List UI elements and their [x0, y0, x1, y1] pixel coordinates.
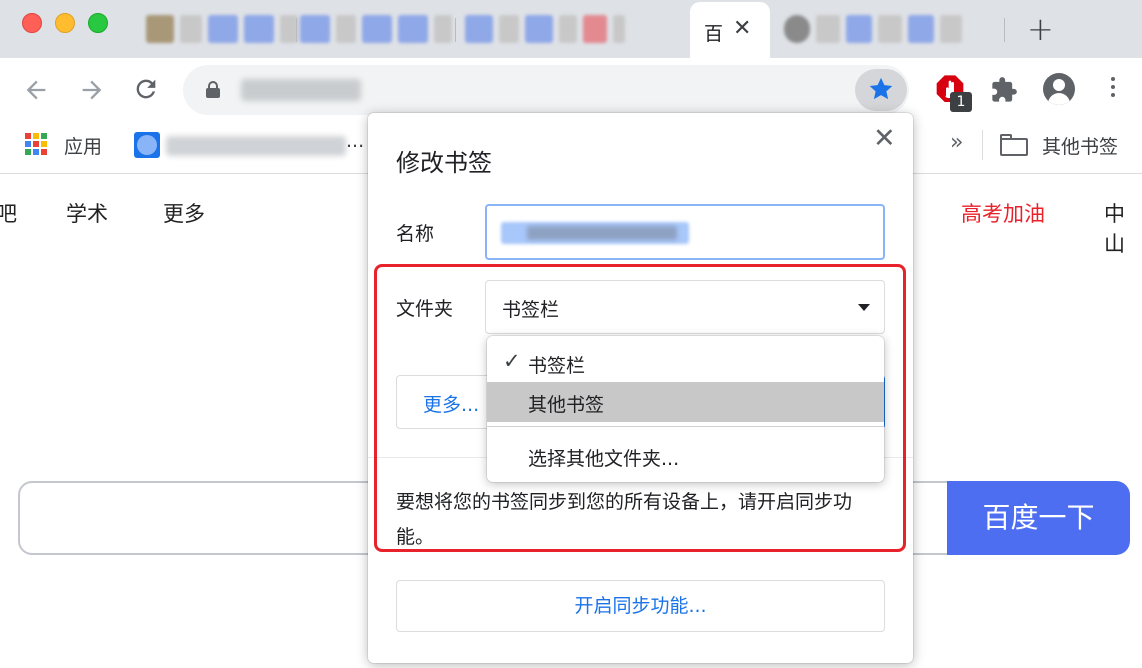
- tab-strip: 百 ✕ +: [0, 0, 1142, 58]
- tab-blurred-4[interactable]: [784, 14, 962, 44]
- nav-link-zhongshan[interactable]: 中山: [1104, 198, 1142, 258]
- tab-blurred-2[interactable]: [300, 14, 452, 44]
- nav-link-xueshu[interactable]: 学术: [66, 198, 108, 228]
- tab-separator: [455, 18, 456, 42]
- tab-blurred-3[interactable]: [465, 14, 625, 44]
- maximize-window-button[interactable]: [88, 13, 108, 33]
- address-bar[interactable]: [183, 65, 909, 115]
- nav-link-gaokao[interactable]: 高考加油: [961, 198, 1045, 228]
- bookmark-favicon[interactable]: [134, 132, 160, 158]
- folder-icon[interactable]: [1000, 134, 1028, 156]
- baidu-search-button[interactable]: 百度一下: [947, 481, 1130, 555]
- name-label: 名称: [396, 223, 435, 245]
- bookmark-star-button[interactable]: [855, 69, 907, 111]
- bookmarks-separator: [982, 130, 983, 160]
- active-tab-title: 百: [704, 23, 724, 45]
- bookmark-name-field[interactable]: [485, 204, 885, 260]
- puzzle-icon[interactable]: [990, 76, 1018, 104]
- extension-badge: 1: [950, 92, 972, 112]
- bookmarks-overflow-chevron[interactable]: »: [950, 130, 963, 155]
- annotation-highlight-box: [374, 264, 906, 552]
- star-icon: [869, 77, 893, 100]
- active-tab[interactable]: 百 ✕: [690, 2, 770, 58]
- apps-shortcut[interactable]: 应用: [64, 132, 102, 159]
- back-arrow-icon[interactable]: [22, 76, 50, 104]
- tab-separator: [1004, 18, 1005, 42]
- turn-on-sync-button[interactable]: 开启同步功能...: [396, 580, 885, 632]
- new-tab-button[interactable]: +: [1027, 10, 1054, 48]
- menu-kebab-icon[interactable]: [1111, 77, 1115, 101]
- minimize-window-button[interactable]: [55, 13, 75, 33]
- tab-separator: [296, 18, 297, 42]
- profile-avatar-icon[interactable]: [1043, 73, 1075, 105]
- other-bookmarks-folder[interactable]: 其他书签: [1042, 132, 1118, 159]
- nav-link-tieba[interactable]: 吧: [0, 198, 17, 228]
- lock-icon[interactable]: [206, 81, 220, 98]
- reload-icon[interactable]: [132, 75, 160, 103]
- url-text-redacted: [241, 79, 361, 101]
- apps-grid-icon[interactable]: [25, 133, 47, 155]
- bookmark-truncation: ...: [346, 130, 365, 152]
- bookmark-title-redacted[interactable]: [166, 136, 346, 156]
- close-icon[interactable]: ✕: [873, 123, 896, 154]
- tab-close-icon[interactable]: ✕: [733, 16, 751, 41]
- nav-link-more[interactable]: 更多: [163, 198, 205, 228]
- forward-arrow-icon[interactable]: [78, 76, 106, 104]
- close-window-button[interactable]: [22, 13, 42, 33]
- tab-blurred-1[interactable]: [146, 14, 298, 44]
- dialog-title: 修改书签: [396, 149, 492, 177]
